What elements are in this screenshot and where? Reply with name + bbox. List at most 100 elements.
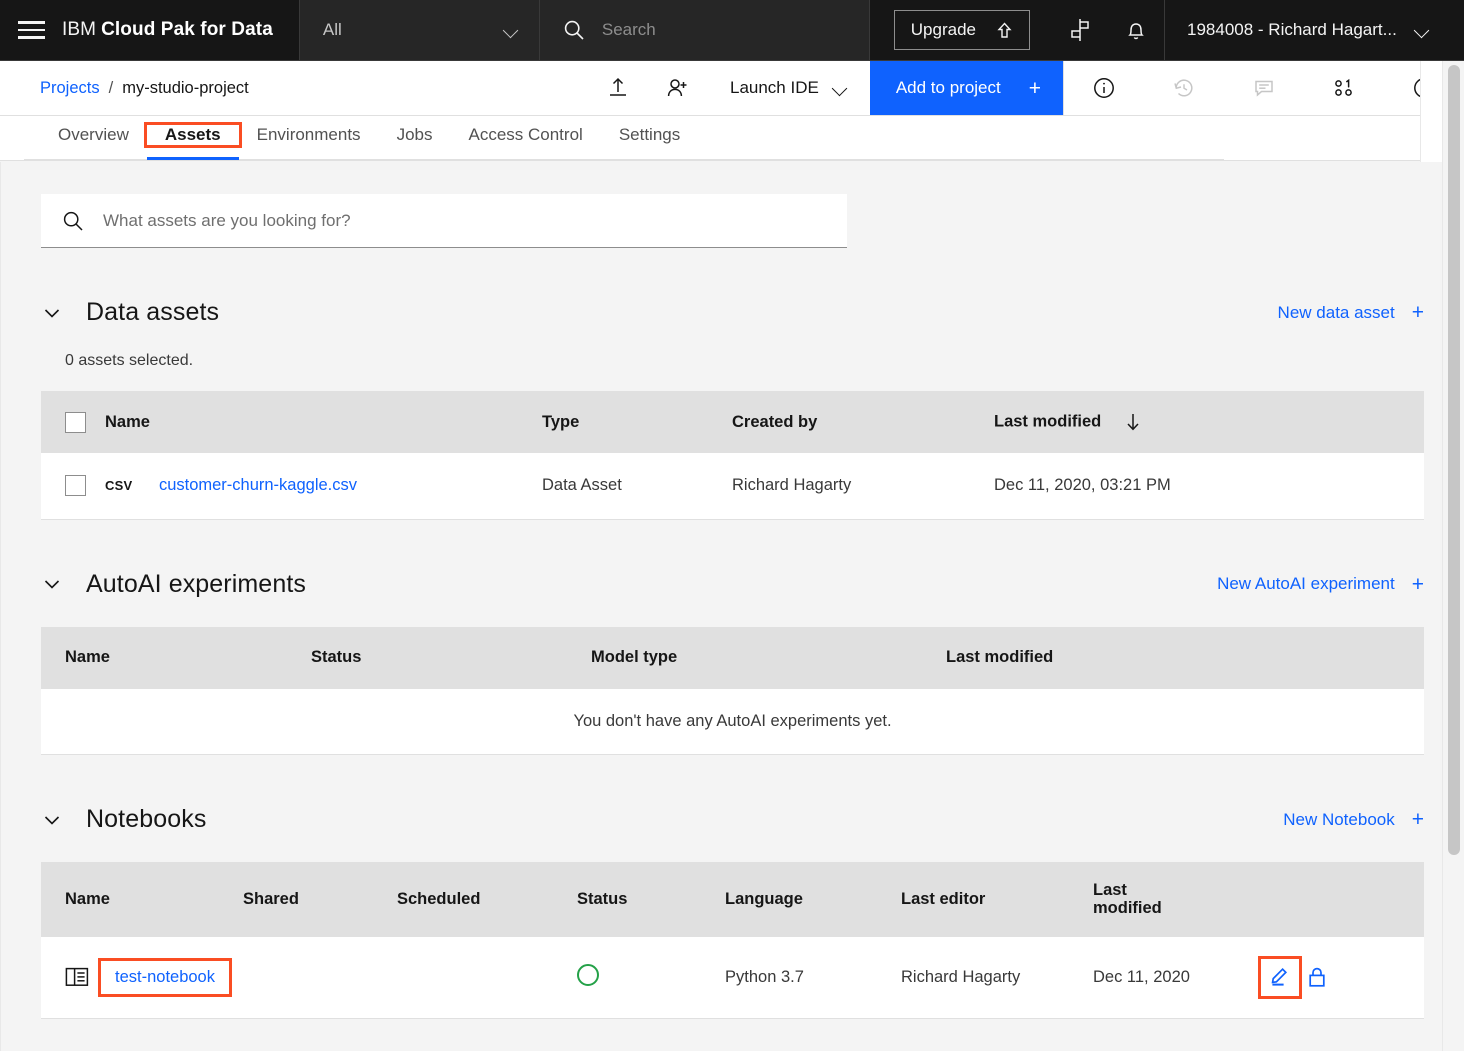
tab-settings[interactable]: Settings: [601, 125, 698, 160]
data-assets-title-group[interactable]: Data assets: [41, 298, 219, 327]
launch-ide-label: Launch IDE: [729, 78, 819, 97]
plus-icon: +: [1411, 301, 1424, 324]
col-name[interactable]: Name: [41, 626, 311, 689]
tab-access-control-label: Access Control: [468, 125, 583, 144]
project-toolbar: Projects / my-studio-project Launch IDE …: [0, 61, 1464, 116]
data-asset-name-link[interactable]: customer-churn-kaggle.csv: [159, 476, 357, 494]
autoai-empty-message: You don't have any AutoAI experiments ye…: [41, 688, 1424, 755]
notebook-name-link[interactable]: test-notebook: [115, 968, 215, 986]
info-circle-icon[interactable]: [1064, 61, 1144, 115]
notebook-last-modified-cell: Dec 11, 2020: [1093, 936, 1261, 1019]
col-name[interactable]: Name: [105, 391, 542, 453]
notebooks-table: Name Shared Scheduled Status Language La…: [41, 862, 1424, 1019]
toolbar-utility-icons: [1063, 61, 1464, 115]
tab-jobs[interactable]: Jobs: [379, 125, 451, 160]
notebook-name-cell: test-notebook: [41, 936, 243, 1019]
comment-icon[interactable]: [1224, 61, 1304, 115]
col-status[interactable]: Status: [311, 626, 591, 689]
new-notebook-button[interactable]: New Notebook +: [1283, 809, 1424, 830]
data-assets-selection-note: 0 assets selected.: [65, 352, 194, 369]
upload-icon[interactable]: [588, 61, 648, 115]
select-all-header: [41, 391, 105, 453]
row-checkbox[interactable]: [65, 475, 86, 497]
scrollbar-thumb[interactable]: [1448, 65, 1460, 855]
breadcrumb: Projects / my-studio-project: [0, 61, 588, 115]
upgrade-label: Upgrade: [910, 20, 976, 39]
app-switcher-icon[interactable]: [1052, 0, 1108, 60]
brand-ibm: IBM: [62, 19, 97, 40]
tab-jobs-label: Jobs: [396, 125, 433, 144]
notebooks-title-group[interactable]: Notebooks: [41, 805, 206, 834]
data-quality-icon[interactable]: [1304, 61, 1384, 115]
notebooks-section-header: Notebooks New Notebook +: [41, 805, 1424, 834]
new-data-asset-button[interactable]: New data asset +: [1278, 302, 1424, 323]
autoai-title-group[interactable]: AutoAI experiments: [41, 570, 306, 599]
tab-overview[interactable]: Overview: [40, 125, 147, 160]
account-menu[interactable]: 1984008 - Richard Hagart...: [1164, 0, 1464, 60]
account-label: 1984008 - Richard Hagart...: [1187, 20, 1397, 39]
table-row[interactable]: test-notebook Python 3.7 Richard Hagarty…: [41, 936, 1424, 1019]
notebooks-title: Notebooks: [86, 805, 207, 833]
col-model-type[interactable]: Model type: [591, 626, 946, 689]
global-search[interactable]: Search: [539, 0, 870, 60]
plus-icon: +: [1028, 76, 1041, 100]
table-row[interactable]: CSV customer-churn-kaggle.csv Data Asset…: [41, 453, 1424, 520]
autoai-section-header: AutoAI experiments New AutoAI experiment…: [41, 570, 1424, 599]
pencil-edit-icon[interactable]: [1268, 963, 1292, 987]
brand-product: Cloud Pak for Data: [101, 19, 273, 40]
breadcrumb-separator: /: [108, 78, 114, 97]
tab-access-control[interactable]: Access Control: [450, 125, 600, 160]
row-name-cell: CSV customer-churn-kaggle.csv: [105, 453, 542, 520]
hamburger-menu-icon[interactable]: [0, 0, 62, 60]
col-last-modified[interactable]: Last modified: [946, 626, 1424, 689]
global-header: IBM Cloud Pak for Data All Search Upgrad…: [0, 0, 1464, 61]
vertical-scrollbar[interactable]: [1442, 61, 1464, 1051]
row-created-by-cell: Richard Hagarty: [732, 453, 994, 520]
notebook-shared-cell: [243, 936, 397, 1019]
bell-icon[interactable]: [1108, 0, 1164, 60]
col-created-by[interactable]: Created by: [732, 391, 994, 453]
select-all-checkbox[interactable]: [65, 411, 86, 433]
chevron-down-icon: [1415, 23, 1430, 38]
tab-environments[interactable]: Environments: [239, 125, 379, 160]
breadcrumb-projects-link[interactable]: Projects: [40, 79, 100, 98]
chevron-down-icon: [44, 815, 60, 825]
col-last-modified[interactable]: Last modified: [994, 391, 1424, 453]
tab-assets[interactable]: Assets: [143, 122, 242, 160]
upgrade-arrow-icon: [997, 21, 1012, 38]
col-last-modified[interactable]: Last modified: [1093, 862, 1261, 937]
col-last-editor[interactable]: Last editor: [901, 862, 1093, 937]
product-brand[interactable]: IBM Cloud Pak for Data: [62, 0, 299, 60]
add-to-project-button[interactable]: Add to project +: [869, 61, 1063, 115]
notebook-name-highlight: test-notebook: [98, 957, 232, 997]
search-icon: [564, 20, 584, 40]
new-autoai-experiment-button[interactable]: New AutoAI experiment +: [1217, 574, 1424, 595]
col-language[interactable]: Language: [725, 862, 901, 937]
plus-icon: +: [1411, 572, 1424, 596]
history-clock-icon[interactable]: [1144, 61, 1224, 115]
search-icon: [63, 211, 83, 231]
autoai-table: Name Status Model type Last modified You…: [41, 626, 1424, 755]
tab-settings-label: Settings: [618, 125, 681, 144]
notebook-language-cell: Python 3.7: [725, 936, 901, 1019]
launch-ide-button[interactable]: Launch IDE: [708, 61, 870, 115]
search-scope-select[interactable]: All: [298, 0, 540, 60]
panel-right-strip: [1420, 61, 1442, 162]
asset-search-input[interactable]: What assets are you looking for?: [41, 194, 847, 248]
col-status[interactable]: Status: [577, 862, 725, 937]
app-window: IBM Cloud Pak for Data All Search Upgrad…: [0, 0, 1464, 1051]
tab-overview-label: Overview: [58, 125, 129, 144]
add-user-icon[interactable]: [648, 61, 708, 115]
data-assets-title: Data assets: [86, 298, 220, 326]
row-last-modified-cell: Dec 11, 2020, 03:21 PM: [994, 453, 1424, 520]
status-circle-green: [577, 963, 599, 986]
col-type[interactable]: Type: [542, 391, 732, 453]
chevron-down-icon: [44, 580, 60, 589]
col-scheduled[interactable]: Scheduled: [397, 862, 577, 937]
upgrade-button[interactable]: Upgrade: [893, 10, 1030, 50]
col-name[interactable]: Name: [41, 862, 243, 937]
edit-action-highlight: [1258, 955, 1302, 999]
lock-icon[interactable]: [1306, 965, 1328, 989]
assets-content: What assets are you looking for? Data as…: [1, 194, 1464, 1051]
col-shared[interactable]: Shared: [243, 862, 397, 937]
